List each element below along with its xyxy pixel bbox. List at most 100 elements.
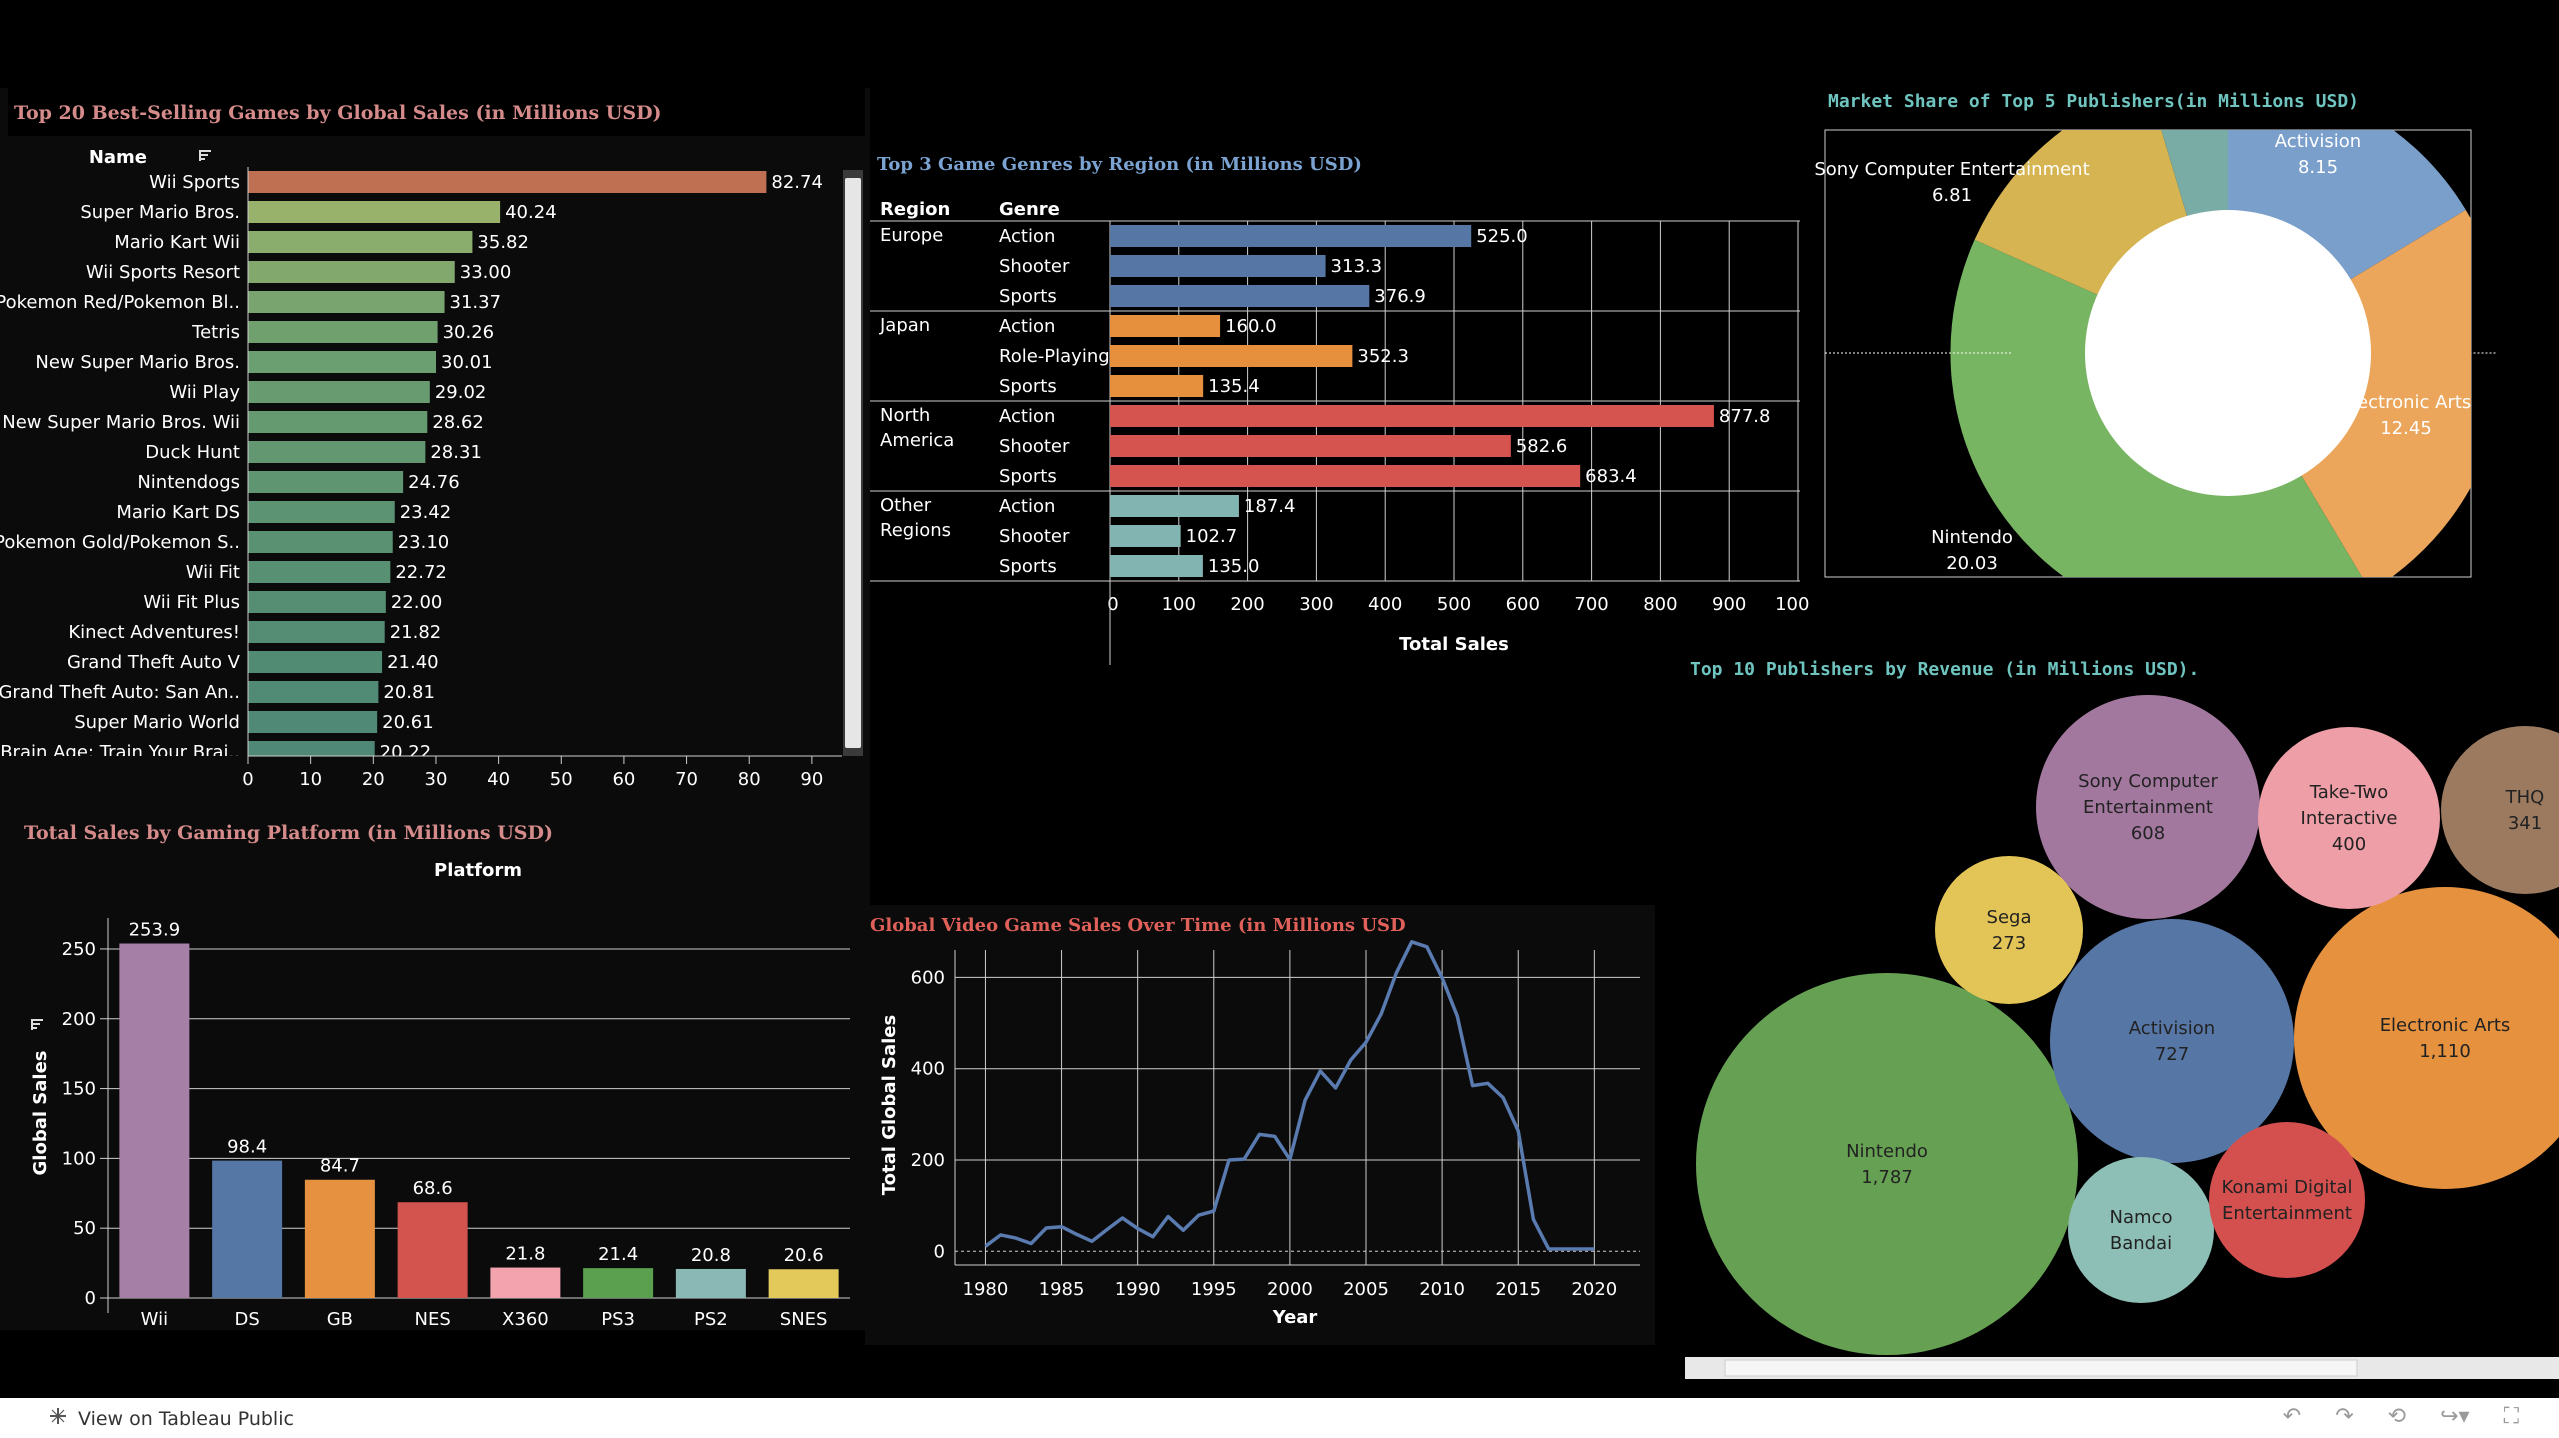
region-label: Japan	[879, 315, 930, 336]
top20-value-label: 82.74	[771, 172, 823, 193]
top20-bar	[248, 621, 385, 643]
top20-value-label: 20.61	[382, 712, 434, 733]
bubble-publisher-label: Entertainment	[2222, 1203, 2352, 1224]
undo-icon[interactable]: ↶	[2283, 1404, 2301, 1429]
top20-tick-label: 60	[612, 769, 635, 790]
top20-tick-label: 30	[425, 769, 448, 790]
bubble-value-label: 727	[2155, 1044, 2189, 1065]
bubble-publisher-label: THQ	[2505, 787, 2545, 808]
genre-label: Sports	[999, 556, 1057, 577]
genres-value-label: 877.8	[1719, 406, 1771, 427]
genre-label: Role-Playing	[999, 346, 1110, 367]
top20-bar	[248, 681, 379, 703]
top20-category-label: Nintendogs	[137, 472, 240, 493]
time-x-tick-label: 2010	[1419, 1279, 1465, 1300]
genres-bar	[1110, 255, 1326, 277]
platform-category-label: X360	[502, 1309, 549, 1330]
top20-value-label: 33.00	[460, 262, 512, 283]
top20-bar	[248, 201, 501, 223]
bubbles-scrollbar-thumb	[1724, 1359, 2358, 1377]
top20-rows: Wii Sports 82.74 Super Mario Bros. 40.24 Mar…	[0, 171, 823, 756]
view-on-tableau-label: View on Tableau Public	[78, 1407, 294, 1430]
top20-chart: NameWii Sports 82.74 Super Mario Bros. 40.2…	[0, 147, 863, 828]
bubble-publisher-label: Konami Digital	[2222, 1177, 2353, 1198]
top20-value-label: 20.81	[383, 682, 435, 703]
revert-icon[interactable]: ⟲	[2388, 1404, 2406, 1429]
genre-label: Sports	[999, 466, 1057, 487]
redo-icon[interactable]: ↷	[2335, 1404, 2353, 1429]
genres-tick-label: 100	[1162, 594, 1196, 615]
top20-bar	[248, 501, 395, 523]
genres-bar	[1110, 225, 1472, 247]
top20-tick-label: 0	[242, 769, 253, 790]
top20-bar	[248, 291, 445, 313]
market-share-chart: Activision 8.15 Electronic Arts 12.45 Ninten…	[1814, 129, 2496, 578]
genres-bar	[1110, 315, 1221, 337]
genres-value-label: 683.4	[1585, 466, 1637, 487]
platform-value-label: 20.8	[691, 1245, 731, 1266]
time-y-label: Total Global Sales	[879, 1015, 900, 1195]
top20-category-label: Pokemon Red/Pokemon Bl..	[0, 292, 240, 313]
genres-tick-label: 900	[1712, 594, 1746, 615]
time-x-label: Year	[1272, 1307, 1318, 1328]
top20-tick-label: 10	[299, 769, 322, 790]
bubble-publisher-label: Namco	[2110, 1207, 2173, 1228]
platform-bar	[583, 1268, 654, 1298]
tableau-logo-icon	[48, 1406, 68, 1431]
top20-bar	[248, 171, 767, 193]
top20-category-label: Mario Kart Wii	[114, 232, 240, 253]
genres-bar	[1110, 435, 1511, 457]
top20-category-label: Wii Fit Plus	[143, 592, 240, 613]
genres-tick-label: 600	[1506, 594, 1540, 615]
top20-tick-label: 40	[487, 769, 510, 790]
top20-value-label: 21.40	[387, 652, 439, 673]
platform-value-label: 98.4	[227, 1137, 267, 1158]
top20-value-label: 31.37	[450, 292, 502, 313]
top20-value-label: 35.82	[477, 232, 529, 253]
genres-bar	[1110, 465, 1581, 487]
top20-bar	[248, 651, 383, 673]
platform-category-label: GB	[327, 1309, 353, 1330]
fullscreen-icon[interactable]: ⛶	[2504, 1404, 2519, 1429]
time-x-tick-label: 2000	[1267, 1279, 1313, 1300]
top20-bar	[248, 411, 428, 433]
platform-chart: Platform 0 50 100 150 200 250 Global Sales 253.9…	[30, 860, 850, 1330]
publisher-bubble	[2441, 726, 2559, 894]
platform-value-label: 253.9	[129, 919, 181, 940]
genres-chart: Region Genre 0 100 200 300 400 500 600 700 800 900 1…	[870, 199, 1810, 665]
share-icon[interactable]: ↪▾	[2440, 1404, 2469, 1429]
top20-scrollbar-thumb	[845, 178, 861, 748]
platform-category-label: DS	[234, 1309, 259, 1330]
genres-bar	[1110, 495, 1239, 517]
time-x-tick-label: 2020	[1571, 1279, 1617, 1300]
time-x-tick-label: 1995	[1191, 1279, 1237, 1300]
genres-bar	[1110, 375, 1204, 397]
platform-bar	[304, 1179, 375, 1298]
platform-header: Platform	[434, 860, 522, 881]
market-share-label: Electronic Arts	[2341, 392, 2472, 413]
region-label: America	[880, 430, 954, 451]
genres-value-label: 582.6	[1516, 436, 1568, 457]
publisher-bubble	[2050, 919, 2294, 1163]
timeline-panel: Global Video Game Sales Over Time (in Mi…	[865, 905, 1655, 1345]
genres-tick-label: 500	[1437, 594, 1471, 615]
region-label: Regions	[880, 520, 951, 541]
platform-value-label: 84.7	[320, 1156, 360, 1177]
time-x-tick-label: 2005	[1343, 1279, 1389, 1300]
top20-category-label: Pokemon Gold/Pokemon S..	[0, 532, 240, 553]
publisher-bubble	[1935, 856, 2083, 1004]
top20-category-label: Duck Hunt	[145, 442, 240, 463]
region-label: North	[880, 405, 930, 426]
bubbles-chart: Nintendo 1,787 Electronic Arts 1,110 Activis…	[1685, 695, 2559, 1379]
top20-value-label: 22.00	[391, 592, 443, 613]
bubble-publisher-label: Activision	[2129, 1018, 2215, 1039]
view-on-tableau-link[interactable]: View on Tableau Public	[48, 1406, 294, 1431]
time-y-tick-label: 600	[911, 967, 945, 988]
genres-tick-label: 300	[1299, 594, 1333, 615]
genres-value-label: 187.4	[1244, 496, 1296, 517]
bubble-value-label: 1,787	[1861, 1167, 1913, 1188]
top20-bar	[248, 711, 378, 733]
platform-category-label: PS3	[601, 1309, 635, 1330]
platform-category-label: Wii	[141, 1309, 168, 1330]
top20-bar	[248, 531, 393, 553]
